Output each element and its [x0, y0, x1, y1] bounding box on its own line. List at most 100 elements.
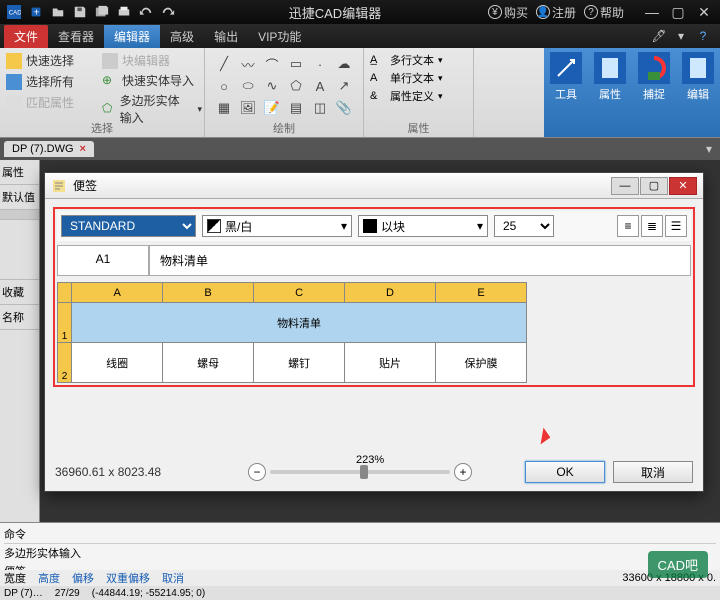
ellipse-icon[interactable]: ⬭: [237, 76, 259, 96]
formula-bar[interactable]: 物料清单: [149, 245, 691, 276]
spreadsheet[interactable]: A B C D E 1 物料清单 2 线圈 螺母 螺钉: [57, 282, 691, 383]
undo-icon[interactable]: [136, 2, 156, 22]
leader-icon[interactable]: ↗: [333, 76, 355, 96]
line-icon[interactable]: ╱: [213, 54, 235, 74]
minimize-icon[interactable]: —: [640, 4, 664, 21]
singleline-text-button[interactable]: A单行文本▾: [370, 70, 467, 86]
cell-reference[interactable]: A1: [57, 245, 149, 276]
dialog-close-icon[interactable]: ✕: [669, 177, 697, 195]
command-panel: 命令 多边形实体输入 便签: [0, 522, 720, 572]
zoom-out-button[interactable]: −: [248, 463, 266, 481]
zoom-slider[interactable]: 223%: [270, 470, 450, 474]
tools-button[interactable]: 工具: [544, 48, 588, 137]
status-tab-name[interactable]: DP (7)…: [4, 588, 43, 599]
col-header[interactable]: E: [436, 283, 527, 303]
dialog-toolbar: STANDARD 黑/白▾ 以块▾ 25 ≡ ≣ ☰: [57, 211, 691, 241]
row-header[interactable]: 1: [58, 303, 72, 343]
panel-collapse[interactable]: [0, 210, 39, 220]
svg-text:CAD: CAD: [9, 10, 21, 17]
rect-icon[interactable]: ▭: [285, 54, 307, 74]
ok-button[interactable]: OK: [525, 461, 605, 483]
panel-tab-name[interactable]: 名称: [0, 305, 39, 330]
row-header[interactable]: 2: [58, 343, 72, 383]
cloud-icon[interactable]: ☁: [333, 54, 355, 74]
close-icon[interactable]: ✕: [692, 4, 716, 21]
col-header[interactable]: C: [254, 283, 345, 303]
arc-icon[interactable]: ⌒: [261, 54, 283, 74]
col-header[interactable]: A: [72, 283, 163, 303]
cell[interactable]: 螺母: [163, 343, 254, 383]
size-select[interactable]: 25: [494, 215, 554, 237]
attr-def-button[interactable]: &属性定义▾: [370, 88, 467, 104]
menu-output[interactable]: 输出: [204, 25, 248, 48]
ribbon-group-attr-label: 属性: [364, 120, 473, 136]
point-icon[interactable]: ·: [309, 54, 331, 74]
capture-button[interactable]: 捕捉: [632, 48, 676, 137]
open-icon[interactable]: [48, 2, 68, 22]
menu-advanced[interactable]: 高级: [160, 25, 204, 48]
corner-header[interactable]: [58, 283, 72, 303]
quick-entity-import-button[interactable]: ⊕快速实体导入: [100, 70, 196, 91]
properties-button[interactable]: 属性: [588, 48, 632, 137]
layer-select[interactable]: 以块▾: [358, 215, 488, 237]
status-cancel-link[interactable]: 取消: [162, 570, 184, 586]
hatch-icon[interactable]: ▦: [213, 98, 235, 118]
minimize-ribbon-icon[interactable]: ▾: [672, 27, 690, 45]
multiline-text-button[interactable]: A̲多行文本▾: [370, 52, 467, 68]
maximize-icon[interactable]: ▢: [666, 4, 690, 21]
block-icon[interactable]: ◫: [309, 98, 331, 118]
panel-tab-defaults[interactable]: 默认值: [0, 185, 39, 210]
print-icon[interactable]: [114, 2, 134, 22]
note-icon[interactable]: 📝: [261, 98, 283, 118]
document-tab[interactable]: DP (7).DWG ×: [4, 141, 94, 157]
dialog-minimize-icon[interactable]: —: [611, 177, 639, 195]
menu-editor[interactable]: 编辑器: [104, 25, 160, 48]
menu-file[interactable]: 文件: [4, 25, 48, 48]
image-icon[interactable]: 🖼: [237, 98, 259, 118]
buy-link[interactable]: ¥购买: [488, 4, 528, 21]
zoom-in-button[interactable]: +: [454, 463, 472, 481]
col-header[interactable]: B: [163, 283, 254, 303]
panel-tab-props[interactable]: 属性: [0, 160, 39, 185]
text-icon[interactable]: A: [309, 76, 331, 96]
cell[interactable]: 贴片: [345, 343, 436, 383]
cell[interactable]: 保护膜: [436, 343, 527, 383]
tab-close-icon[interactable]: ×: [80, 143, 86, 155]
status-offset-link[interactable]: 偏移: [72, 570, 94, 586]
menu-vip[interactable]: VIP功能: [248, 25, 311, 48]
redo-icon[interactable]: [158, 2, 178, 22]
help-link[interactable]: ?帮助: [584, 4, 624, 21]
status-height-link[interactable]: 高度: [38, 570, 60, 586]
cell[interactable]: 螺钉: [254, 343, 345, 383]
register-link[interactable]: 👤注册: [536, 4, 576, 21]
help-icon[interactable]: ?: [694, 27, 712, 45]
text-style-select[interactable]: STANDARD: [61, 215, 196, 237]
status-double-offset-link[interactable]: 双重偏移: [106, 570, 150, 586]
color-select[interactable]: 黑/白▾: [202, 215, 352, 237]
align-left-icon[interactable]: ≡: [617, 215, 639, 237]
dialog-titlebar[interactable]: 便签 — ▢ ✕: [45, 173, 703, 199]
col-header[interactable]: D: [345, 283, 436, 303]
align-right-icon[interactable]: ☰: [665, 215, 687, 237]
customize-icon[interactable]: 🖊: [650, 27, 668, 45]
cell[interactable]: 线圈: [72, 343, 163, 383]
new-icon[interactable]: +: [26, 2, 46, 22]
edit-button[interactable]: 编辑: [676, 48, 720, 137]
dialog-maximize-icon[interactable]: ▢: [640, 177, 668, 195]
circle-icon[interactable]: ○: [213, 76, 235, 96]
panel-tab-favorites[interactable]: 收藏: [0, 280, 39, 305]
align-center-icon[interactable]: ≣: [641, 215, 663, 237]
cell[interactable]: 物料清单: [72, 303, 527, 343]
attach-icon[interactable]: 📎: [333, 98, 355, 118]
polygon-icon[interactable]: ⬠: [285, 76, 307, 96]
save-icon[interactable]: [70, 2, 90, 22]
spline-icon[interactable]: ∿: [261, 76, 283, 96]
saveall-icon[interactable]: [92, 2, 112, 22]
cancel-button[interactable]: 取消: [613, 461, 693, 483]
menu-viewer[interactable]: 查看器: [48, 25, 104, 48]
zoom-thumb[interactable]: [360, 465, 368, 479]
grid-icon[interactable]: ▤: [285, 98, 307, 118]
block-editor-button[interactable]: 块编辑器: [100, 50, 172, 71]
tab-menu-icon[interactable]: ▾: [706, 142, 720, 156]
polyline-icon[interactable]: 〰: [237, 54, 259, 74]
